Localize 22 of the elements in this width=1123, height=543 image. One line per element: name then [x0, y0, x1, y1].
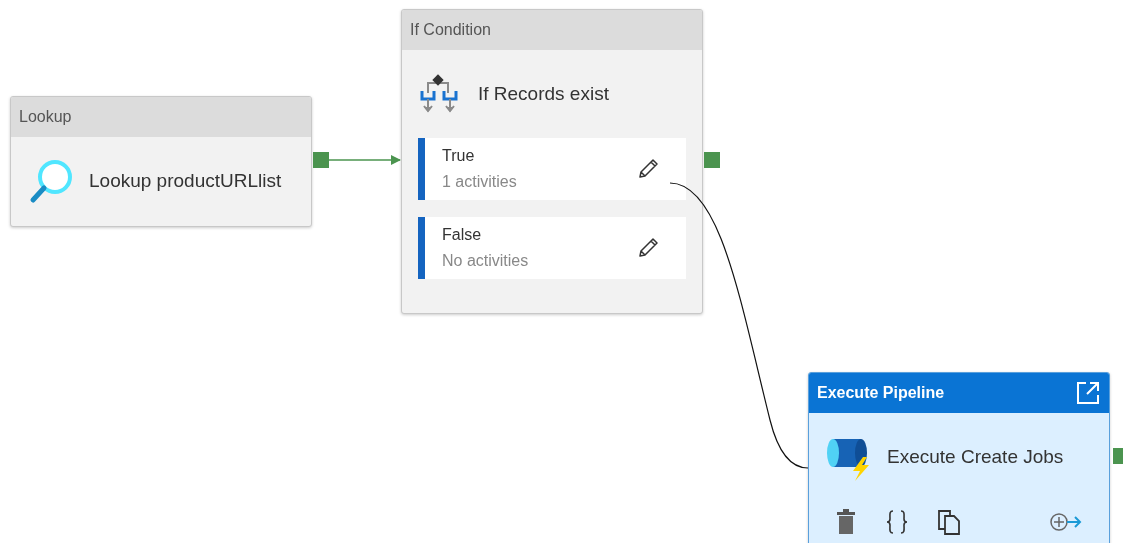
branch-item[interactable]: False No activities [418, 217, 686, 279]
activity-name: Execute Create Jobs [887, 446, 1064, 468]
branch-item[interactable]: True 1 activities [418, 138, 686, 200]
branch-label: False [442, 226, 483, 244]
activity-type-label: Execute Pipeline [817, 384, 945, 402]
activity-name: If Records exist [478, 83, 609, 105]
activity-card[interactable]: Execute Pipeline Execute Create Jobs [808, 372, 1110, 543]
copy-icon[interactable] [937, 509, 961, 535]
activity-type-label: If Condition [410, 21, 491, 39]
edit-icon[interactable] [636, 157, 660, 181]
branch-label: True [442, 147, 476, 165]
add-output-icon[interactable] [1049, 511, 1083, 533]
open-external-icon[interactable] [1075, 380, 1101, 406]
delete-icon[interactable] [835, 509, 857, 535]
activity-name: Lookup productURLlist [89, 170, 282, 192]
activity-card[interactable]: Lookup Lookup productURLlist [10, 96, 312, 227]
activity-type-label: Lookup [19, 108, 72, 126]
branch-summary: 1 activities [442, 173, 517, 191]
code-braces-icon[interactable] [885, 509, 909, 535]
activity-card[interactable]: If Condition If Records exist True 1 activities False No activities [401, 9, 703, 314]
branch-summary: No activities [442, 252, 529, 270]
edit-icon[interactable] [636, 236, 660, 260]
